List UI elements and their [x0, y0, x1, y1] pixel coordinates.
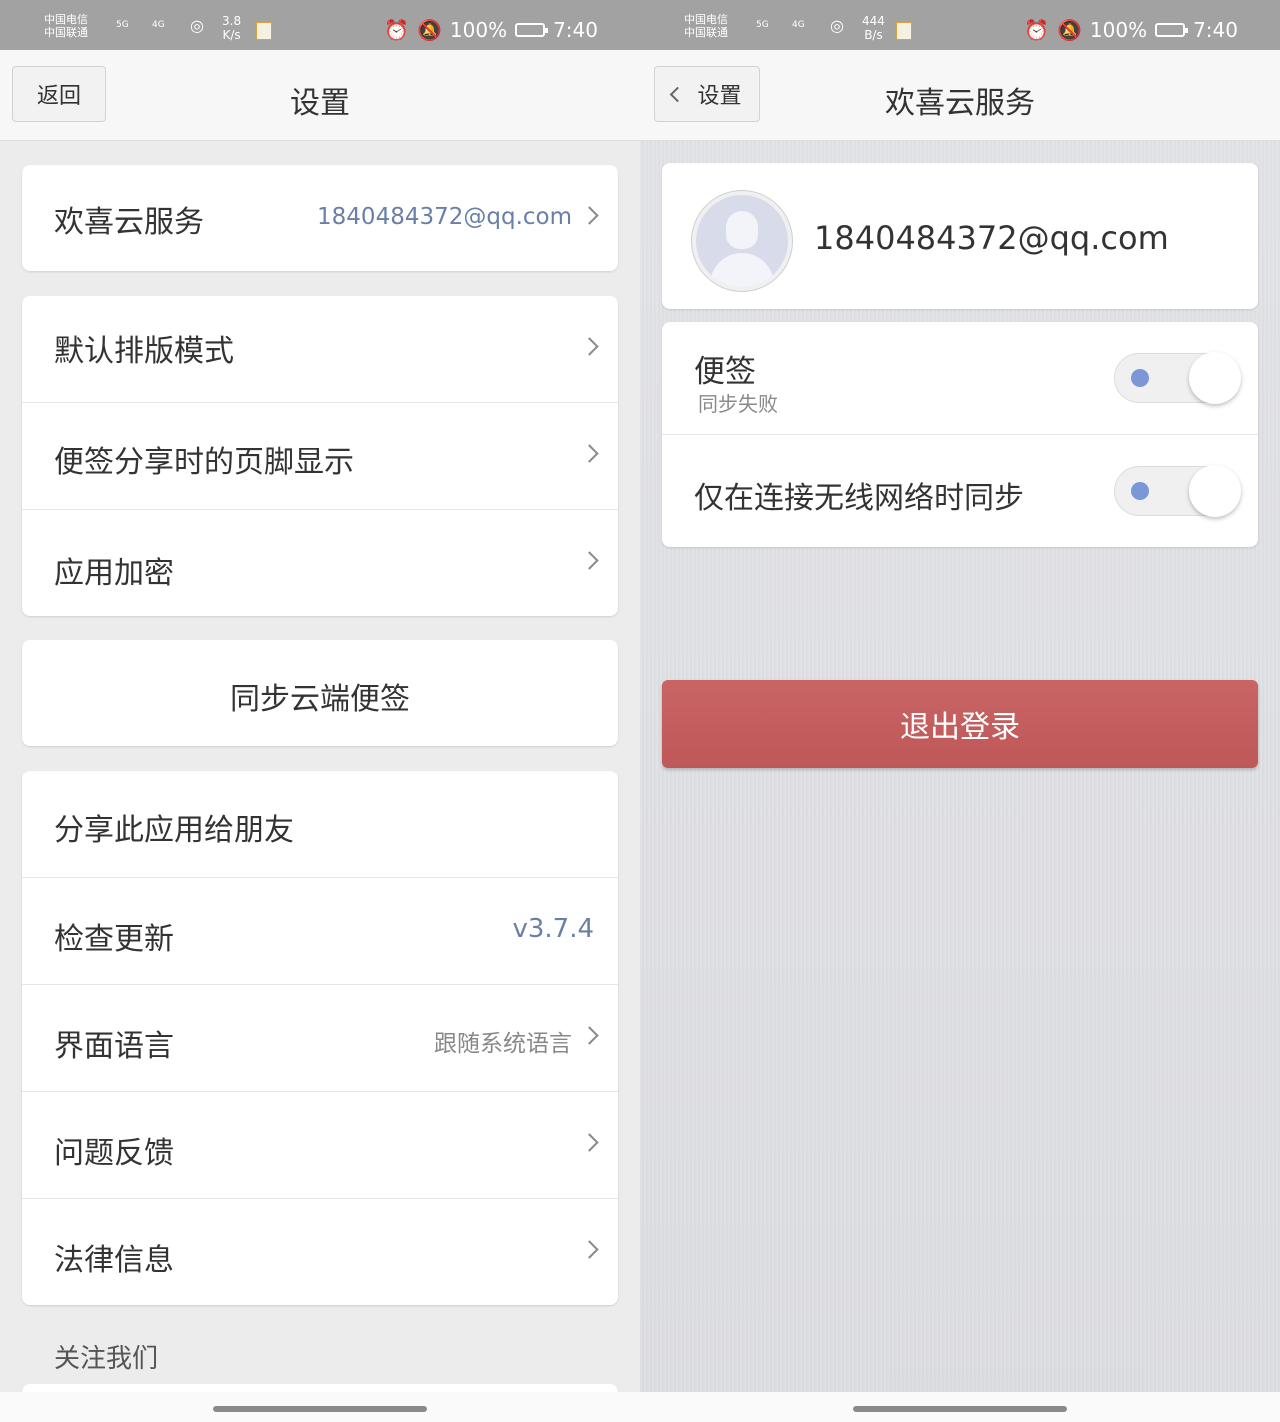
signal-4g-icon: 4G	[792, 20, 805, 30]
status-right: ⏰ 🔕 100% 7:40	[1024, 18, 1238, 42]
mute-icon: 🔕	[1056, 18, 1082, 42]
status-bar: 中国电信 中国联通 5G 4G ◎ 444 B/s ⏰ 🔕 100% 7:40	[640, 0, 1280, 50]
avatar-body	[710, 253, 774, 287]
chevron-right-icon	[580, 1240, 599, 1259]
chevron-right-icon	[580, 206, 599, 225]
notes-app-icon	[896, 22, 912, 40]
account-label: 欢喜云服务	[54, 205, 204, 240]
follow-us-title: 关注我们	[54, 1344, 159, 1374]
logout-button[interactable]: 退出登录	[662, 680, 1258, 768]
about-card: 分享此应用给朋友 检查更新 v3.7.4 界面语言 跟随系统语言 问题反馈 法律…	[22, 771, 618, 1305]
legal-row[interactable]: 法律信息	[22, 1199, 618, 1305]
carrier-labels: 中国电信 中国联通	[684, 13, 728, 39]
list-item[interactable]: 默认排版模式	[22, 296, 618, 403]
wifi-only-toggle[interactable]	[1114, 465, 1241, 517]
nav-bar: 设置 欢喜云服务	[640, 50, 1280, 141]
chevron-right-icon	[580, 1133, 599, 1152]
speed-value: 3.8	[222, 14, 242, 28]
speed-unit: B/s	[864, 28, 883, 42]
list-item[interactable]: 便签分享时的页脚显示	[22, 403, 618, 510]
battery-icon	[515, 23, 549, 37]
notes-sync-row: 便签 同步失败	[662, 322, 1258, 435]
signal-5g-icon: 5G	[116, 20, 129, 30]
wifi-only-row: 仅在连接无线网络时同步	[662, 435, 1258, 547]
toggle-knob	[1189, 465, 1241, 517]
account-row[interactable]: 欢喜云服务 1840484372@qq.com	[22, 165, 618, 271]
notes-sync-toggle[interactable]	[1114, 352, 1241, 404]
share-footer-label: 便签分享时的页脚显示	[54, 445, 354, 480]
alarm-icon: ⏰	[1024, 18, 1049, 42]
notes-sync-label: 便签	[694, 354, 756, 390]
share-app-row[interactable]: 分享此应用给朋友	[22, 771, 618, 878]
check-update-label: 检查更新	[54, 922, 174, 957]
layout-mode-label: 默认排版模式	[54, 334, 234, 369]
language-value: 跟随系统语言	[434, 1031, 572, 1057]
carrier-1: 中国电信	[44, 13, 88, 26]
account-card: 1840484372@qq.com	[662, 163, 1258, 309]
account-email: 1840484372@qq.com	[814, 219, 1169, 257]
sync-cloud-label: 同步云端便签	[230, 682, 410, 717]
legal-label: 法律信息	[54, 1243, 174, 1278]
page-title: 欢喜云服务	[885, 86, 1035, 121]
language-label: 界面语言	[54, 1029, 174, 1064]
home-indicator[interactable]	[213, 1406, 427, 1412]
carrier-labels: 中国电信 中国联通	[44, 13, 88, 39]
toggle-knob	[1189, 352, 1241, 404]
chevron-right-icon	[580, 551, 599, 570]
settings-screen: 中国电信 中国联通 5G 4G ◎ 3.8 K/s ⏰ 🔕 100% 7:40 …	[0, 0, 640, 1422]
toggle-dot	[1131, 369, 1149, 387]
chevron-right-icon	[580, 444, 599, 463]
avatar-head	[726, 211, 758, 249]
carrier-2: 中国联通	[684, 26, 728, 39]
preferences-card: 默认排版模式 便签分享时的页脚显示 应用加密	[22, 296, 618, 616]
list-item[interactable]: 应用加密	[22, 510, 618, 616]
sync-settings-card: 便签 同步失败 仅在连接无线网络时同步	[662, 322, 1258, 547]
alarm-icon: ⏰	[384, 18, 409, 42]
carrier-1: 中国电信	[684, 13, 728, 26]
language-row[interactable]: 界面语言 跟随系统语言	[22, 985, 618, 1092]
battery-percent: 100%	[449, 18, 508, 42]
logout-label: 退出登录	[900, 710, 1020, 745]
mute-icon: 🔕	[416, 18, 442, 42]
battery-icon	[1155, 23, 1189, 37]
feedback-label: 问题反馈	[54, 1136, 174, 1171]
carrier-2: 中国联通	[44, 26, 88, 39]
chevron-right-icon	[580, 337, 599, 356]
notes-app-icon	[256, 22, 272, 40]
chevron-right-icon	[580, 1026, 599, 1045]
sync-cloud-button[interactable]: 同步云端便签	[22, 640, 618, 746]
check-update-row[interactable]: 检查更新 v3.7.4	[22, 878, 618, 985]
wifi-icon: ◎	[830, 16, 844, 35]
avatar[interactable]	[692, 191, 792, 291]
sync-card: 同步云端便签	[22, 640, 618, 746]
wifi-icon: ◎	[190, 16, 204, 35]
status-right: ⏰ 🔕 100% 7:40	[384, 18, 598, 42]
gesture-bar	[0, 1392, 640, 1422]
network-speed: 444 B/s	[862, 14, 885, 42]
account-email: 1840484372@qq.com	[317, 204, 572, 230]
share-app-label: 分享此应用给朋友	[54, 813, 294, 848]
version-value: v3.7.4	[512, 914, 594, 944]
signal-4g-icon: 4G	[152, 20, 165, 30]
speed-value: 444	[862, 14, 885, 28]
clock: 7:40	[1193, 18, 1238, 42]
wifi-only-label: 仅在连接无线网络时同步	[694, 481, 1024, 516]
app-lock-label: 应用加密	[54, 556, 174, 591]
battery-percent: 100%	[1089, 18, 1148, 42]
account-card: 欢喜云服务 1840484372@qq.com	[22, 165, 618, 271]
signal-5g-icon: 5G	[756, 20, 769, 30]
cloud-service-screen: 中国电信 中国联通 5G 4G ◎ 444 B/s ⏰ 🔕 100% 7:40 …	[640, 0, 1280, 1422]
home-indicator[interactable]	[853, 1406, 1067, 1412]
feedback-row[interactable]: 问题反馈	[22, 1092, 618, 1199]
status-bar: 中国电信 中国联通 5G 4G ◎ 3.8 K/s ⏰ 🔕 100% 7:40	[0, 0, 640, 50]
gesture-bar	[640, 1392, 1280, 1422]
nav-bar: 返回 设置	[0, 50, 640, 141]
toggle-dot	[1131, 482, 1149, 500]
network-speed: 3.8 K/s	[222, 14, 241, 42]
sync-status-text: 同步失败	[698, 392, 778, 416]
speed-unit: K/s	[222, 28, 241, 42]
page-title: 设置	[290, 86, 350, 121]
clock: 7:40	[553, 18, 598, 42]
